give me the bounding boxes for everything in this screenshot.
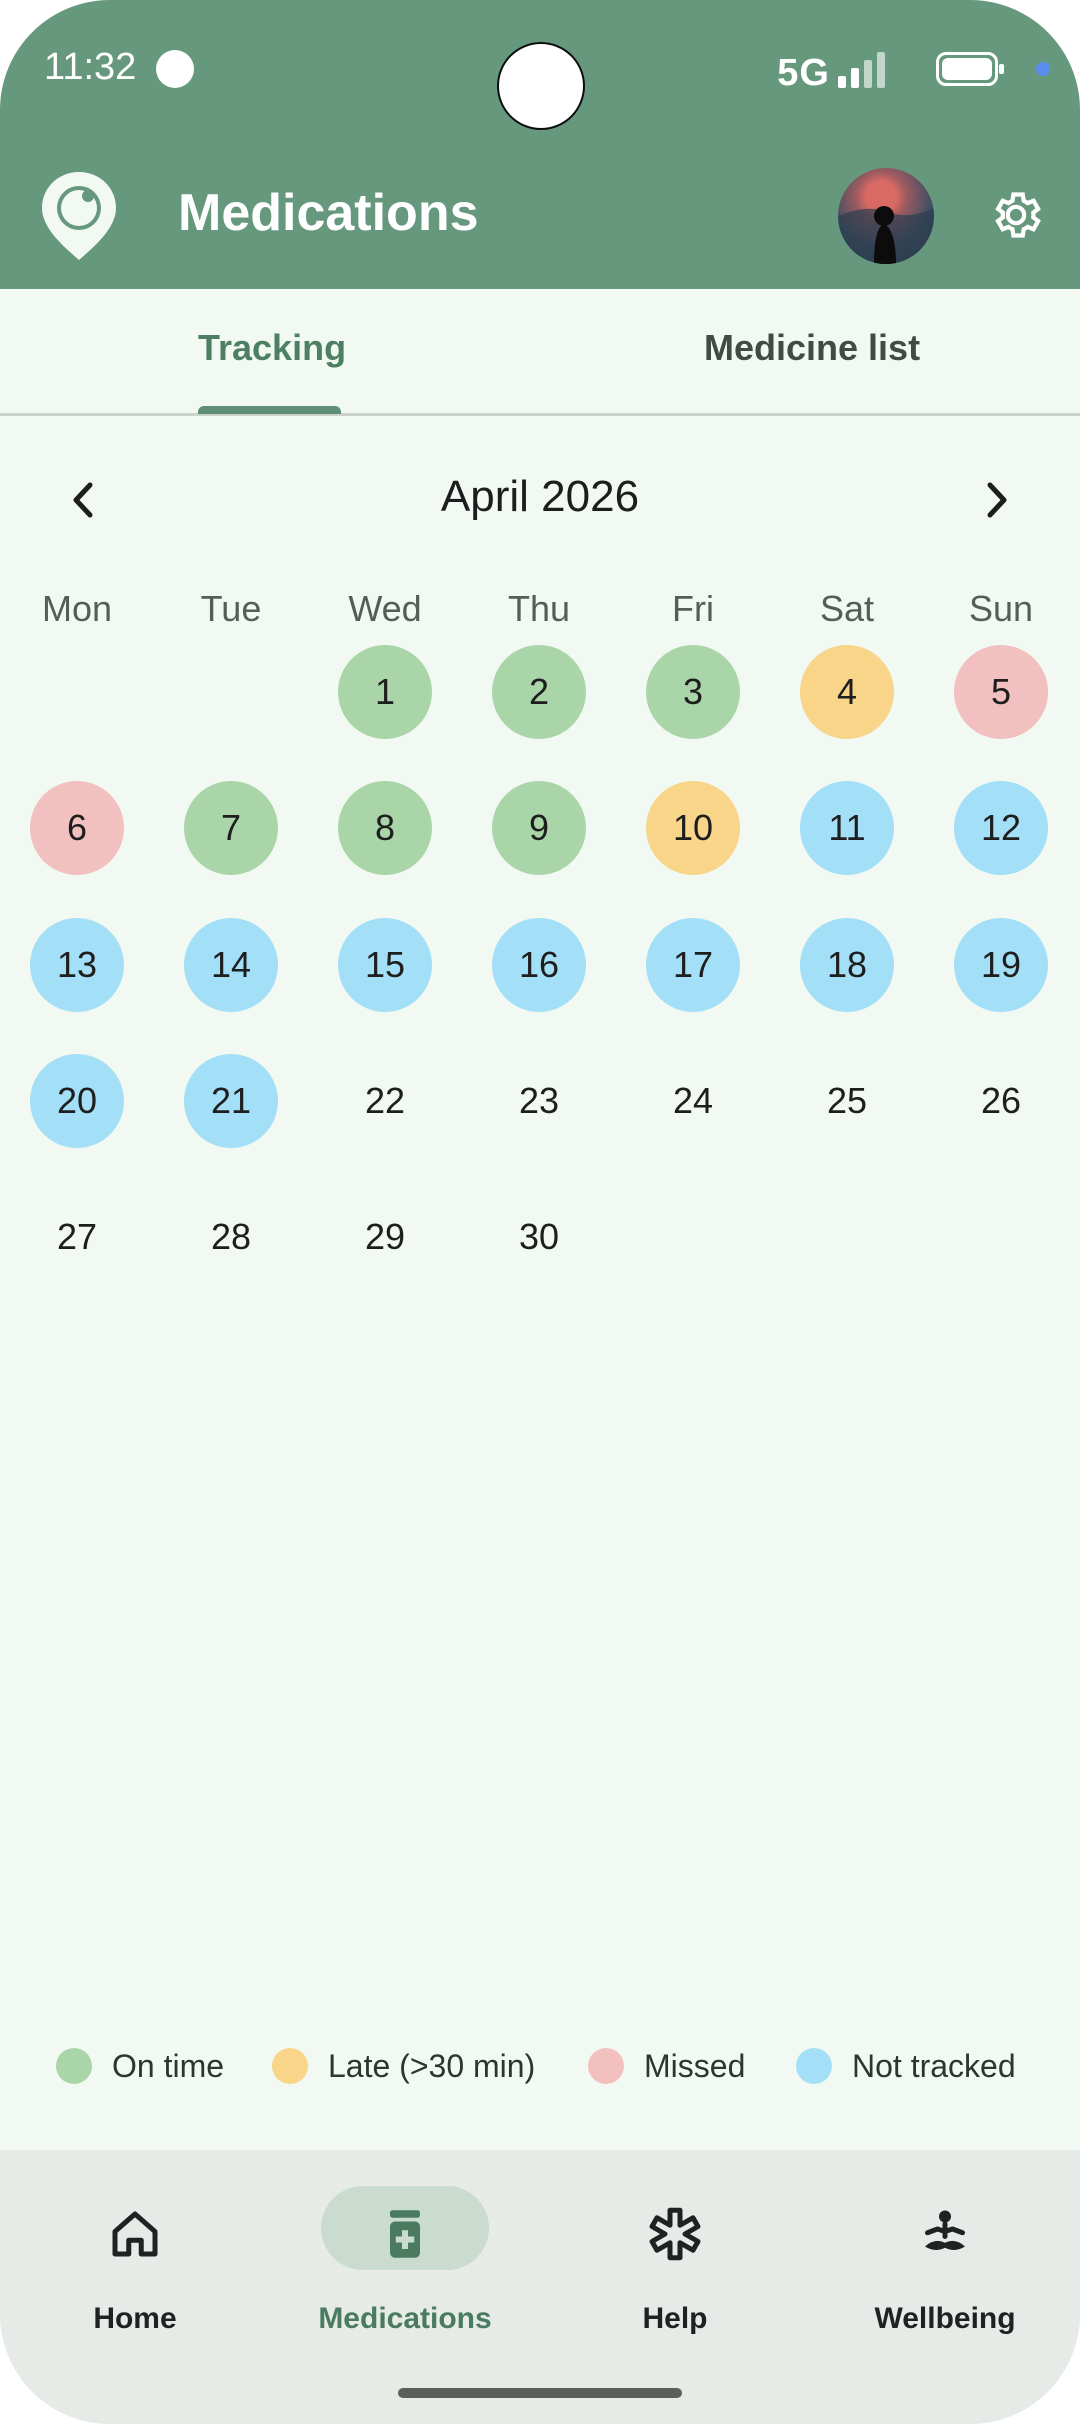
- weekday-label: Fri: [672, 588, 714, 629]
- nav-home[interactable]: Home: [0, 2150, 270, 2350]
- bottom-navigation: Home Medications Help Wellbeing: [0, 2150, 1080, 2424]
- legend-dot-icon: [588, 2048, 624, 2084]
- home-indicator: [398, 2388, 682, 2398]
- front-camera: [497, 42, 585, 130]
- calendar-day[interactable]: 26: [954, 1054, 1048, 1148]
- nav-label: Home: [93, 2302, 177, 2335]
- medicine-bottle-icon: [390, 2210, 420, 2258]
- tab-tracking[interactable]: Tracking: [198, 327, 346, 369]
- weekday-label: Mon: [41, 588, 113, 629]
- calendar-day[interactable]: 3: [646, 645, 740, 739]
- tab-bar: Tracking Medicine list: [0, 289, 1080, 416]
- calendar-day[interactable]: 6: [30, 781, 124, 875]
- chevron-right-icon[interactable]: [976, 475, 1016, 525]
- signal-icon: [838, 52, 890, 88]
- weekday-label: Wed: [348, 588, 422, 629]
- legend-item: Not tracked: [796, 2046, 1016, 2086]
- legend-dot-icon: [272, 2048, 308, 2084]
- calendar-day[interactable]: 15: [338, 918, 432, 1012]
- calendar-day[interactable]: 23: [492, 1054, 586, 1148]
- legend-label: Late (>30 min): [328, 2047, 536, 2084]
- avatar[interactable]: [838, 168, 934, 264]
- battery-icon: [936, 52, 1004, 86]
- calendar-day[interactable]: 14: [184, 918, 278, 1012]
- asterisk-icon: [649, 2207, 701, 2261]
- legend-dot-icon: [56, 2048, 92, 2084]
- tab-active-indicator: [198, 406, 341, 414]
- calendar-day[interactable]: 13: [30, 918, 124, 1012]
- calendar-day[interactable]: 25: [800, 1054, 894, 1148]
- weekday-label: Tue: [200, 588, 262, 629]
- calendar-day[interactable]: 8: [338, 781, 432, 875]
- nav-wellbeing[interactable]: Wellbeing: [810, 2150, 1080, 2350]
- calendar-day[interactable]: 7: [184, 781, 278, 875]
- nav-label: Wellbeing: [874, 2302, 1016, 2335]
- calendar-day[interactable]: 10: [646, 781, 740, 875]
- app-header: 11:32 5G Medications: [0, 0, 1080, 289]
- notification-dot-icon: [1036, 62, 1050, 76]
- location-pin-icon[interactable]: [40, 170, 118, 262]
- calendar-day[interactable]: 16: [492, 918, 586, 1012]
- calendar-day[interactable]: 9: [492, 781, 586, 875]
- legend-item: Late (>30 min): [272, 2046, 535, 2086]
- legend-item: Missed: [588, 2046, 745, 2086]
- legend-item: On time: [56, 2046, 224, 2086]
- calendar-day[interactable]: 28: [184, 1190, 278, 1284]
- nav-label: Medications: [318, 2302, 492, 2335]
- calendar-day[interactable]: 11: [800, 781, 894, 875]
- calendar-day[interactable]: 22: [338, 1054, 432, 1148]
- weekday-label: Sun: [968, 588, 1034, 629]
- calendar-day[interactable]: 21: [184, 1054, 278, 1148]
- calendar-day[interactable]: 18: [800, 918, 894, 1012]
- nav-medications[interactable]: Medications: [270, 2150, 540, 2350]
- calendar-day[interactable]: 24: [646, 1054, 740, 1148]
- calendar-day[interactable]: 30: [492, 1190, 586, 1284]
- calendar-day[interactable]: 27: [30, 1190, 124, 1284]
- calendar-day[interactable]: 2: [492, 645, 586, 739]
- legend-label: Missed: [644, 2047, 746, 2084]
- calendar-day[interactable]: 4: [800, 645, 894, 739]
- status-indicator-icon: [156, 50, 194, 88]
- meditation-icon: [925, 2210, 965, 2250]
- calendar-day[interactable]: 12: [954, 781, 1048, 875]
- tab-medicine-list[interactable]: Medicine list: [704, 327, 920, 369]
- legend-label: Not tracked: [852, 2047, 1016, 2084]
- month-title: April 2026: [440, 472, 640, 521]
- legend-label: On time: [112, 2047, 225, 2084]
- calendar-day[interactable]: 19: [954, 918, 1048, 1012]
- page-title: Medications: [178, 184, 479, 242]
- calendar-day[interactable]: 20: [30, 1054, 124, 1148]
- status-icons: 5G: [690, 46, 1050, 94]
- gear-icon[interactable]: [988, 187, 1044, 243]
- calendar-day[interactable]: 17: [646, 918, 740, 1012]
- home-icon: [112, 2211, 158, 2257]
- weekday-label: Thu: [507, 588, 571, 629]
- nav-help[interactable]: Help: [540, 2150, 810, 2350]
- calendar-day[interactable]: 5: [954, 645, 1048, 739]
- calendar-day[interactable]: 1: [338, 645, 432, 739]
- calendar-day[interactable]: 29: [338, 1190, 432, 1284]
- nav-label: Help: [642, 2302, 708, 2335]
- status-time: 11:32: [44, 46, 137, 88]
- weekday-label: Sat: [819, 588, 875, 629]
- legend-dot-icon: [796, 2048, 832, 2084]
- network-label: 5G: [777, 52, 830, 94]
- phone-screen: 11:32 5G Medications Tracking Medicine l…: [0, 0, 1080, 2424]
